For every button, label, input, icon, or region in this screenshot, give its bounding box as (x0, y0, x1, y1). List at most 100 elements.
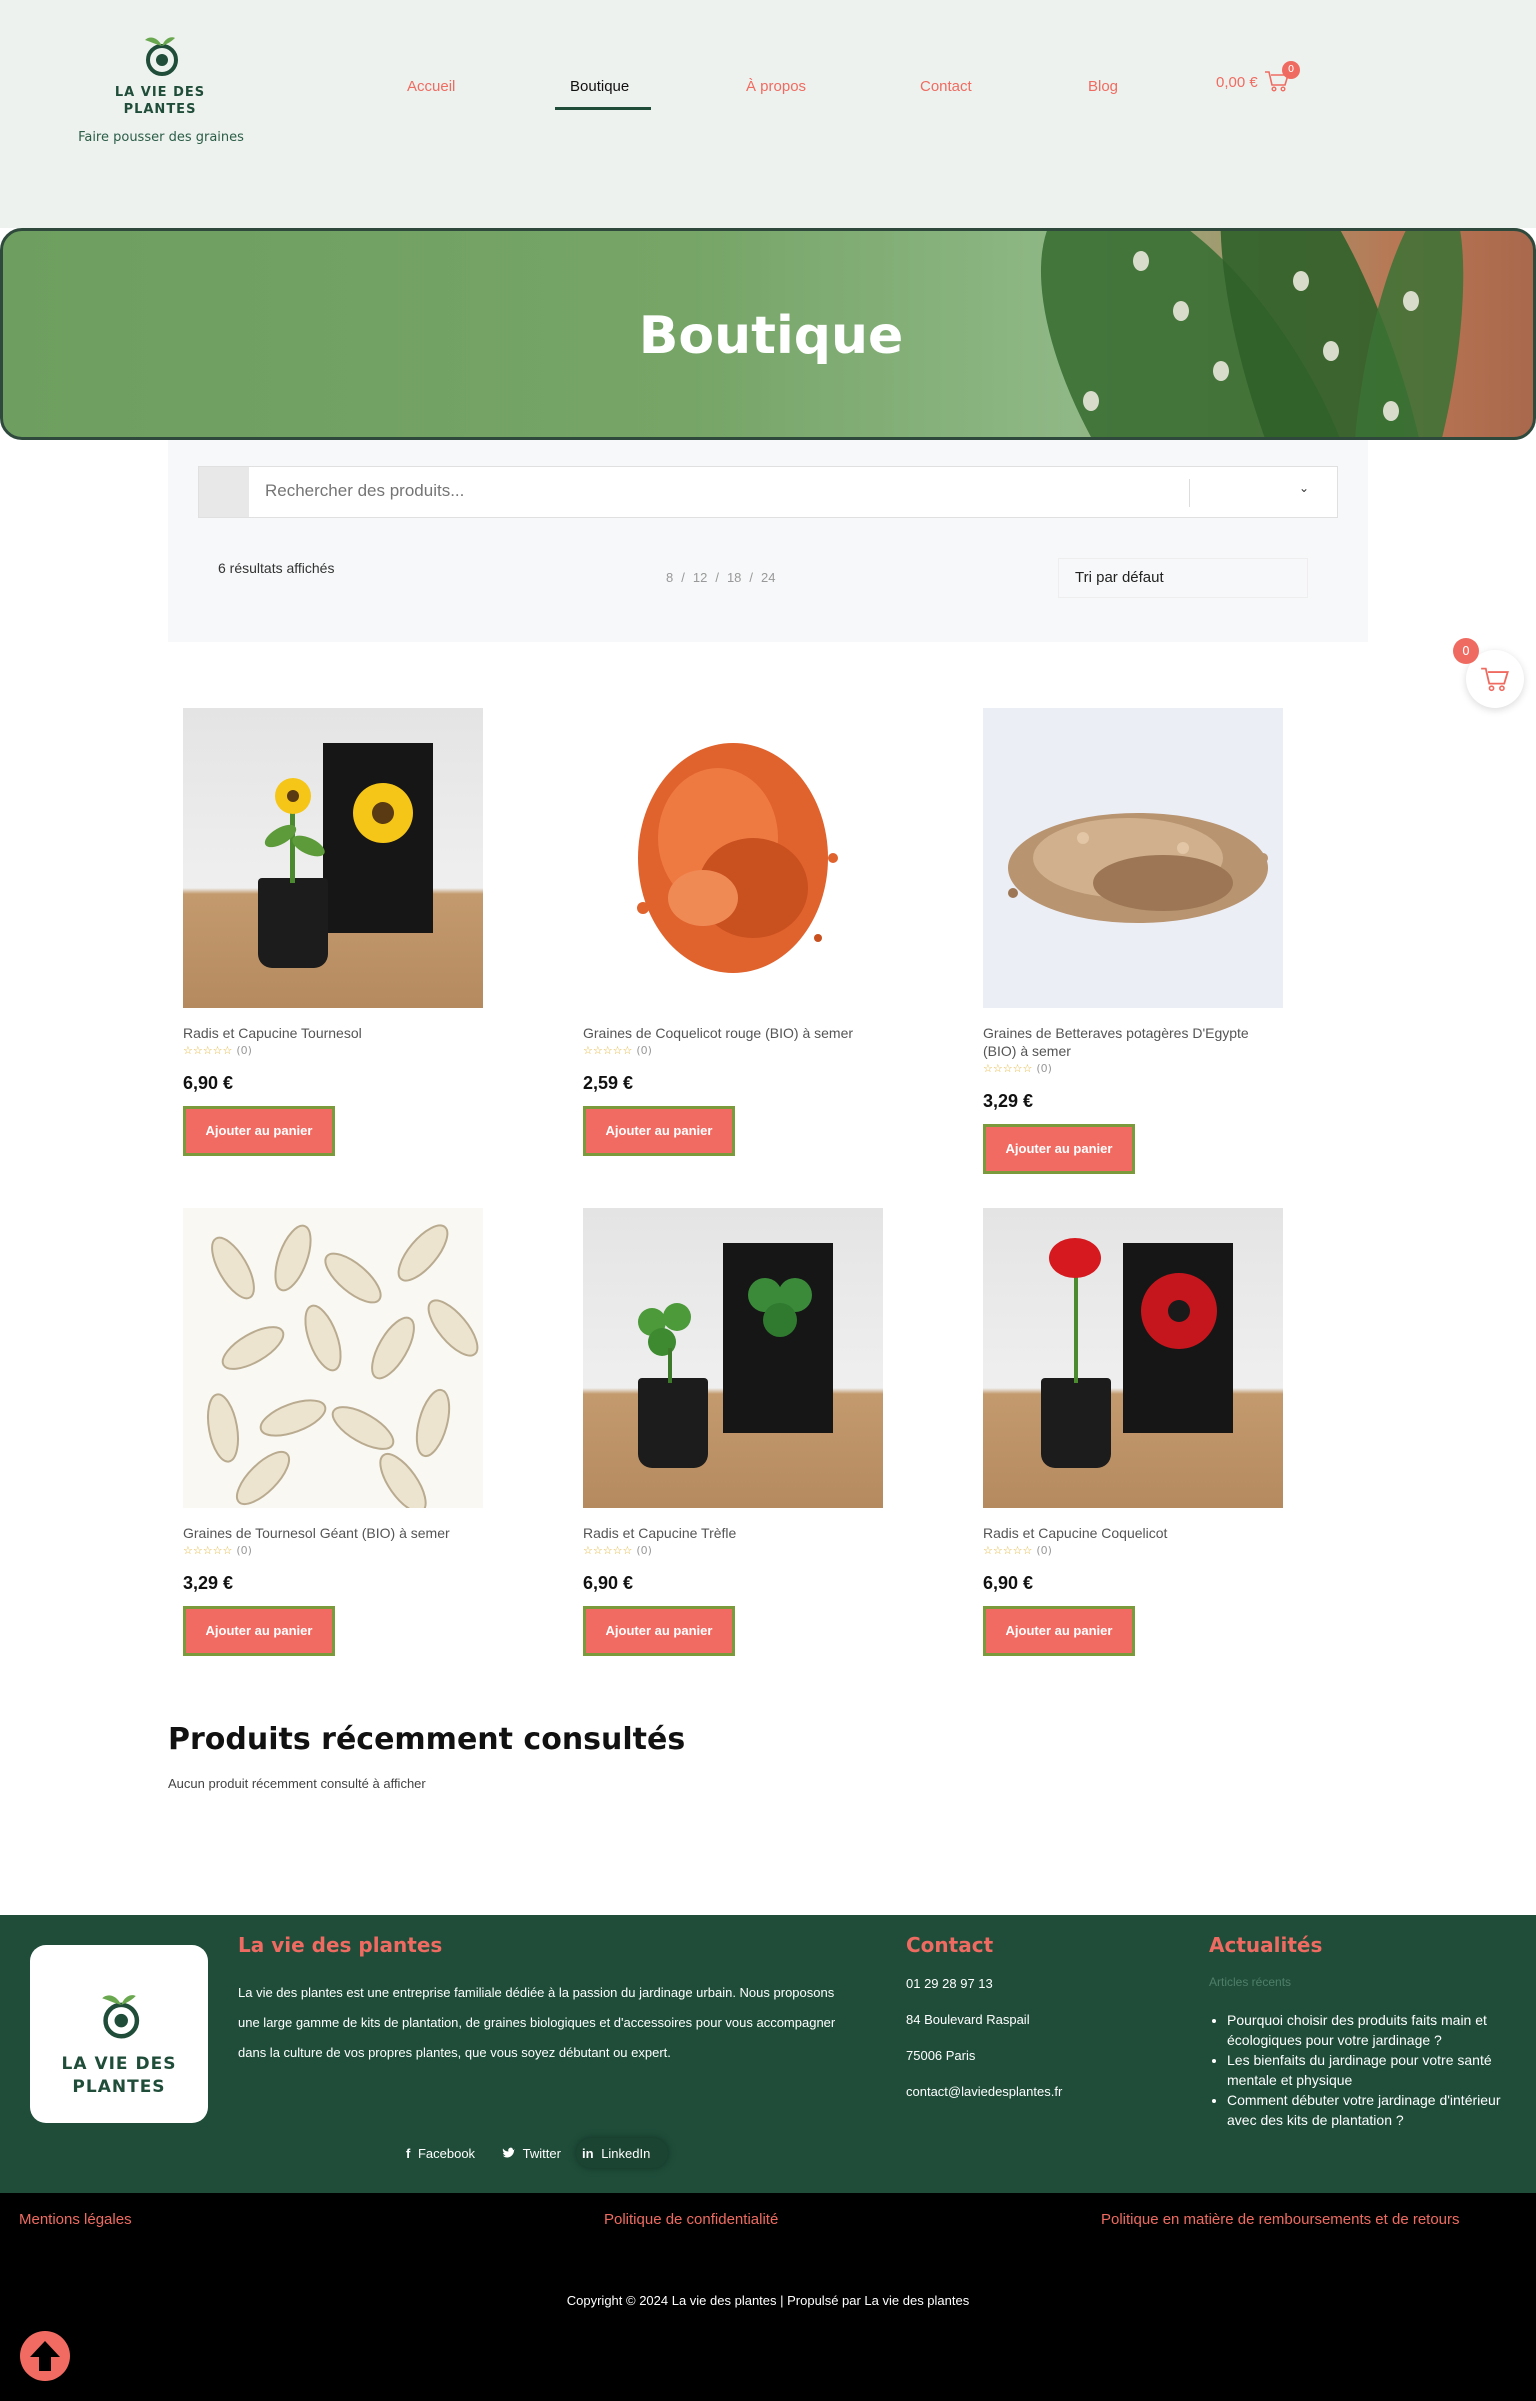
nav-accueil[interactable]: Accueil (407, 78, 455, 95)
product-price: 3,29 € (183, 1573, 234, 1593)
product-title[interactable]: Radis et Capucine Trèfle (583, 1524, 883, 1542)
clover-leaf (663, 1303, 691, 1331)
product-price: 3,29 € (983, 1091, 1034, 1111)
plant-stem (1074, 1268, 1078, 1383)
chevron-down-icon[interactable]: ⌄ (1299, 481, 1309, 495)
product-title[interactable]: Radis et Capucine Tournesol (183, 1024, 483, 1042)
footer-news-list: Pourquoi choisir des produits faits main… (1209, 2010, 1509, 2130)
header-cart[interactable]: 0,00 € (1216, 70, 1290, 92)
logo-text-line1: LA VIE DES (114, 85, 206, 100)
recent-products-empty: Aucun produit récemment consulté à affic… (168, 1776, 426, 1791)
news-link[interactable]: Pourquoi choisir des produits faits main… (1227, 2010, 1509, 2050)
rating-count: (0) (236, 1044, 252, 1057)
product-box (723, 1243, 833, 1433)
footer-logo-line2: PLANTES (72, 2077, 166, 2097)
rating-stars: ☆☆☆☆☆ (0) (983, 1544, 1052, 1557)
social-twitter[interactable]: Twitter (502, 2146, 561, 2161)
add-to-cart-button[interactable]: Ajouter au panier (583, 1106, 735, 1156)
cart-count-badge: 0 (1282, 61, 1300, 79)
footer-phone[interactable]: 01 29 28 97 13 (906, 1976, 993, 1991)
poppy-center (1168, 1300, 1190, 1322)
nav-boutique[interactable]: Boutique (570, 78, 629, 95)
product-price: 6,90 € (183, 1073, 234, 1093)
social-label: Twitter (522, 2146, 561, 2161)
search-category-box[interactable] (199, 467, 249, 517)
rating-count: (0) (636, 1544, 652, 1557)
product-image[interactable] (183, 1208, 483, 1508)
product-card: Radis et Capucine Coquelicot ☆☆☆☆☆ (0) 6,… (983, 1208, 1283, 1656)
add-to-cart-button[interactable]: Ajouter au panier (183, 1106, 335, 1156)
product-title[interactable]: Graines de Betteraves potagères D'Egypte… (983, 1024, 1283, 1060)
social-label: Facebook (417, 2146, 476, 2161)
footer-logo-line1: LA VIE DES (61, 2054, 177, 2074)
product-card: Graines de Betteraves potagères D'Egypte… (983, 708, 1283, 1174)
plant-pot (258, 878, 328, 968)
legal-mentions-link[interactable]: Mentions légales (19, 2211, 132, 2228)
news-link[interactable]: Comment débuter votre jardinage d'intéri… (1227, 2090, 1509, 2130)
sunflower-center (372, 802, 394, 824)
hero-banner: Boutique (0, 228, 1536, 440)
rating-stars: ☆☆☆☆☆ (0) (983, 1062, 1052, 1075)
product-card: Radis et Capucine Tournesol ☆☆☆☆☆ (0) 6,9… (183, 708, 483, 1156)
add-to-cart-button[interactable]: Ajouter au panier (183, 1606, 335, 1656)
rating-count: (0) (1036, 1544, 1052, 1557)
seedling-swirl-icon (145, 37, 178, 76)
seed-pile-illustration (207, 1224, 479, 1508)
product-image[interactable] (983, 708, 1283, 1008)
cart-total: 0,00 € (1216, 74, 1258, 91)
per-page-option[interactable]: 18 (727, 570, 741, 585)
per-page-option[interactable]: 24 (761, 570, 775, 585)
news-link[interactable]: Les bienfaits du jardinage pour votre sa… (1227, 2050, 1509, 2090)
nav-active-indicator (555, 107, 651, 110)
search-input[interactable] (265, 481, 1165, 501)
rating-stars: ☆☆☆☆☆ (0) (583, 1044, 652, 1057)
refund-policy-link[interactable]: Politique en matière de remboursements e… (1101, 2211, 1460, 2228)
product-search[interactable]: ⌄ (198, 466, 1338, 518)
product-image[interactable] (183, 708, 483, 1008)
cart-icon (1481, 667, 1509, 692)
poppy-head (1049, 1238, 1101, 1278)
product-image[interactable] (583, 708, 883, 1008)
linkedin-icon: in (582, 2146, 594, 2161)
nav-blog[interactable]: Blog (1088, 78, 1118, 95)
per-page-option[interactable]: 8 (666, 570, 673, 585)
site-tagline: Faire pousser des graines (78, 130, 244, 145)
search-divider (1189, 479, 1190, 507)
product-title[interactable]: Radis et Capucine Coquelicot (983, 1524, 1283, 1542)
product-price: 6,90 € (583, 1573, 634, 1593)
scroll-to-top-button[interactable] (20, 2331, 70, 2381)
social-facebook[interactable]: f Facebook (406, 2146, 475, 2161)
privacy-policy-link[interactable]: Politique de confidentialité (604, 2211, 778, 2228)
sort-select[interactable]: Tri par défaut (1058, 558, 1308, 598)
social-linkedin[interactable]: in LinkedIn (582, 2146, 650, 2161)
plant-stem (668, 1348, 672, 1383)
twitter-icon (502, 2147, 515, 2158)
product-title[interactable]: Graines de Tournesol Géant (BIO) à semer (183, 1524, 483, 1542)
rating-stars: ☆☆☆☆☆ (0) (583, 1544, 652, 1557)
page-title: Boutique (638, 306, 904, 366)
footer-logo[interactable]: LA VIE DES PLANTES (30, 1945, 208, 2123)
product-price: 2,59 € (583, 1073, 634, 1093)
seedling-swirl-icon (102, 1995, 140, 2039)
site-logo[interactable]: LA VIE DES PLANTES (60, 30, 260, 118)
clover-leaf (763, 1303, 797, 1337)
product-image[interactable] (583, 1208, 883, 1508)
leaf-spot (1133, 251, 1149, 271)
arrow-up-icon (30, 2341, 60, 2371)
footer-city: 75006 Paris (906, 2048, 976, 2063)
footer-email[interactable]: contact@laviedesplantes.fr (906, 2084, 1062, 2099)
product-image[interactable] (983, 1208, 1283, 1508)
copyright-text: Copyright © 2024 La vie des plantes | Pr… (566, 2293, 970, 2308)
product-title[interactable]: Graines de Coquelicot rouge (BIO) à seme… (583, 1024, 883, 1042)
nav-a-propos[interactable]: À propos (746, 78, 806, 95)
logo-text-line2: PLANTES (123, 102, 197, 117)
nav-contact[interactable]: Contact (920, 78, 972, 95)
per-page-option[interactable]: 12 (693, 570, 707, 585)
add-to-cart-button[interactable]: Ajouter au panier (983, 1124, 1135, 1174)
footer-contact-heading: Contact (906, 1933, 994, 1957)
product-card: Graines de Coquelicot rouge (BIO) à seme… (583, 708, 883, 1156)
footer-address: 84 Boulevard Raspail (906, 2012, 1030, 2027)
add-to-cart-button[interactable]: Ajouter au panier (583, 1606, 735, 1656)
add-to-cart-button[interactable]: Ajouter au panier (983, 1606, 1135, 1656)
footer-news-heading: Actualités (1209, 1933, 1323, 1957)
